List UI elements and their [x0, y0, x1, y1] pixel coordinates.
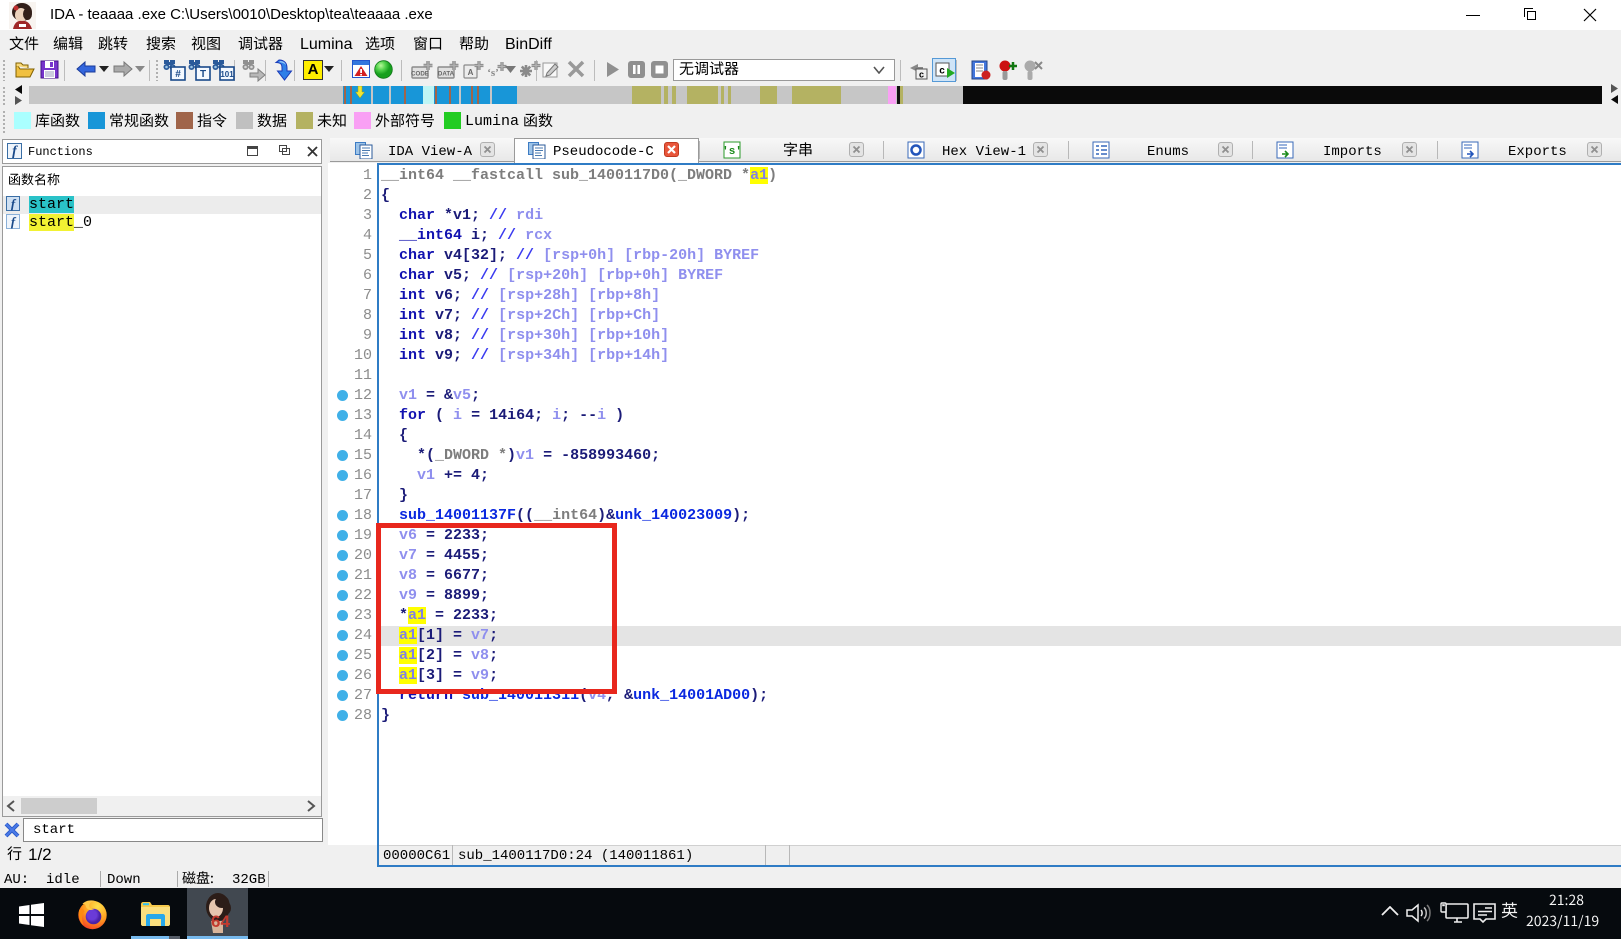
svg-text:'s': 's'	[723, 146, 741, 158]
svg-text:DATA: DATA	[438, 71, 455, 78]
svg-text:c: c	[919, 70, 924, 80]
svg-text:#: #	[175, 69, 181, 80]
svg-text:CODE: CODE	[411, 71, 429, 78]
svg-text:101: 101	[220, 70, 234, 79]
svg-text:T: T	[200, 69, 206, 80]
svg-text:c: c	[939, 66, 945, 77]
svg-text:A: A	[468, 68, 474, 77]
svg-text:‘s’: ‘s’	[487, 67, 499, 79]
